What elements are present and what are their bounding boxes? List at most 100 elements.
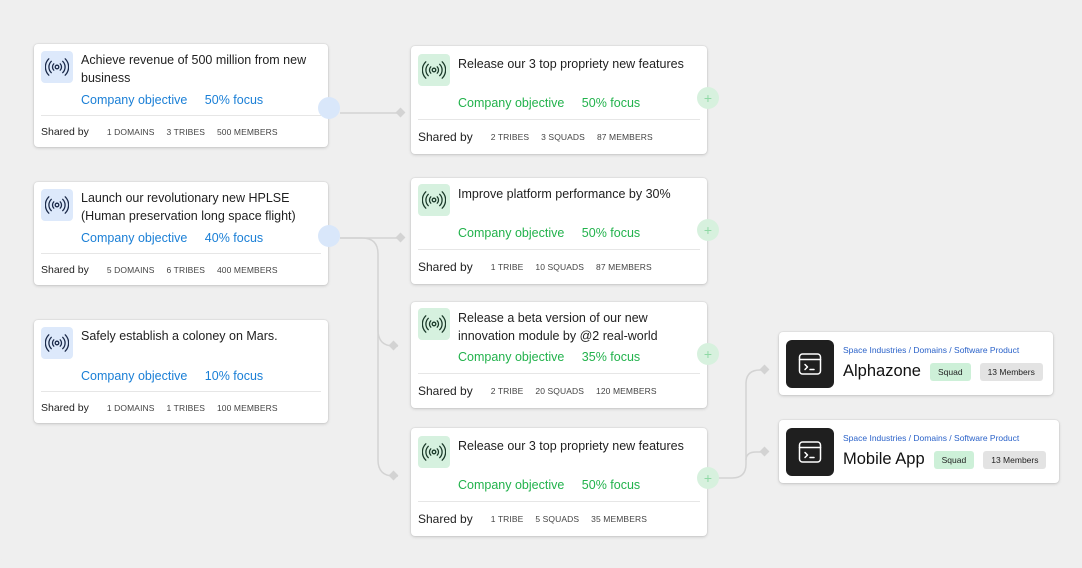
tribes-count: 1 TRIBE (490, 262, 524, 272)
objective-meta: Company objective 40% focus (81, 231, 277, 245)
team-info-row: Alphazone Squad 13 Members (843, 362, 1052, 381)
key-result-meta: Company objective 50% focus (458, 226, 654, 240)
radar-signal-icon (41, 51, 73, 83)
key-result-title: Release our 3 top propriety new features (458, 439, 684, 453)
connector-obj2-kr3 (340, 237, 398, 347)
members-count: 120 MEMBERS (596, 386, 657, 396)
terminal-window-icon (786, 340, 834, 388)
connector-arrow (388, 340, 399, 351)
tribes-count: 6 TRIBES (166, 265, 205, 275)
shared-by-label: Shared by (418, 130, 473, 144)
add-link-button[interactable]: + (697, 219, 719, 241)
connection-handle[interactable] (318, 225, 340, 247)
radar-signal-icon (418, 308, 450, 340)
key-result-card[interactable]: Release a beta version of our new innova… (411, 302, 707, 408)
objective-title: Achieve revenue of 500 million from new … (81, 53, 307, 85)
team-breadcrumb[interactable]: Space Industries / Domains / Software Pr… (843, 345, 1019, 355)
card-divider (418, 249, 700, 250)
objective-type-link[interactable]: Company objective (458, 350, 564, 364)
card-divider (418, 501, 700, 502)
objective-card[interactable]: Safely establish a coloney on Mars. Comp… (34, 320, 328, 423)
objective-type-link[interactable]: Company objective (458, 478, 564, 492)
focus-percentage: 40% focus (204, 231, 264, 245)
objective-title: Launch our revolutionary new HPLSE (Huma… (81, 191, 296, 223)
tribes-count: 1 TRIBE (490, 514, 524, 524)
add-link-button[interactable]: + (697, 467, 719, 489)
members-count: 87 MEMBERS (596, 262, 652, 272)
shared-by-row: Shared by 2 TRIBE 20 SQUADS 120 MEMBERS (418, 384, 669, 398)
add-link-button[interactable]: + (697, 343, 719, 365)
connector-kr4-team1 (718, 369, 763, 479)
tribes-count: 1 TRIBES (166, 403, 205, 413)
add-link-button[interactable]: + (697, 87, 719, 109)
terminal-window-icon (786, 428, 834, 476)
key-result-meta: Company objective 50% focus (458, 96, 654, 110)
objective-title: Safely establish a coloney on Mars. (81, 329, 278, 343)
team-type-badge: Squad (929, 362, 971, 381)
shared-by-label: Shared by (418, 384, 473, 398)
shared-by-row: Shared by 1 DOMAINS 1 TRIBES 100 MEMBERS (41, 402, 290, 414)
card-divider (41, 391, 321, 392)
team-info-row: Mobile App Squad 13 Members (843, 450, 1055, 469)
focus-percentage: 35% focus (581, 350, 641, 364)
focus-percentage: 50% focus (581, 226, 641, 240)
key-result-title: Improve platform performance by 30% (458, 187, 671, 201)
radar-signal-icon (418, 436, 450, 468)
plus-icon: + (703, 90, 713, 106)
tribes-count: 2 TRIBE (490, 386, 524, 396)
objective-card[interactable]: Achieve revenue of 500 million from new … (34, 44, 328, 147)
domains-count: 1 DOMAINS (106, 403, 155, 413)
key-result-card[interactable]: Release our 3 top propriety new features… (411, 428, 707, 536)
focus-percentage: 50% focus (581, 96, 641, 110)
members-badge: 13 Members (983, 450, 1047, 469)
key-result-title: Release a beta version of our new innova… (458, 311, 658, 343)
members-count: 400 MEMBERS (216, 265, 278, 275)
key-result-meta: Company objective 50% focus (458, 478, 654, 492)
shared-by-label: Shared by (41, 402, 89, 414)
squads-count: 5 SQUADS (535, 514, 580, 524)
focus-percentage: 50% focus (204, 93, 264, 107)
focus-percentage: 50% focus (581, 478, 641, 492)
objective-type-link[interactable]: Company objective (81, 93, 187, 107)
domains-count: 1 DOMAINS (106, 127, 155, 137)
objective-type-link[interactable]: Company objective (458, 96, 564, 110)
shared-by-label: Shared by (41, 126, 89, 138)
objective-meta: Company objective 50% focus (81, 93, 277, 107)
connection-handle[interactable] (318, 97, 340, 119)
objective-card[interactable]: Launch our revolutionary new HPLSE (Huma… (34, 182, 328, 285)
members-count: 100 MEMBERS (216, 403, 278, 413)
objective-type-link[interactable]: Company objective (81, 369, 187, 383)
team-name: Mobile App (843, 450, 925, 468)
objective-type-link[interactable]: Company objective (81, 231, 187, 245)
tribes-count: 3 TRIBES (166, 127, 205, 137)
squads-count: 20 SQUADS (535, 386, 584, 396)
shared-by-label: Shared by (418, 260, 473, 274)
connector-obj2-kr4 (377, 320, 398, 477)
radar-signal-icon (418, 184, 450, 216)
connector-arrow (395, 232, 406, 243)
shared-by-label: Shared by (418, 512, 473, 526)
card-divider (41, 253, 321, 254)
objective-type-link[interactable]: Company objective (458, 226, 564, 240)
card-divider (418, 119, 700, 120)
key-result-title: Release our 3 top propriety new features (458, 57, 684, 71)
team-breadcrumb[interactable]: Space Industries / Domains / Software Pr… (843, 433, 1019, 443)
team-card[interactable]: Space Industries / Domains / Software Pr… (779, 332, 1053, 395)
key-result-card[interactable]: Release our 3 top propriety new features… (411, 46, 707, 154)
connector-arrow (759, 446, 770, 457)
members-badge: 13 Members (979, 362, 1043, 381)
domains-count: 5 DOMAINS (106, 265, 155, 275)
plus-icon: + (703, 222, 713, 238)
shared-by-row: Shared by 1 TRIBE 10 SQUADS 87 MEMBERS (418, 260, 664, 274)
key-result-card[interactable]: Improve platform performance by 30% Comp… (411, 178, 707, 284)
focus-percentage: 10% focus (204, 369, 264, 383)
radar-signal-icon (41, 189, 73, 221)
radar-signal-icon (418, 54, 450, 86)
tribes-count: 2 TRIBES (490, 132, 530, 142)
team-card[interactable]: Space Industries / Domains / Software Pr… (779, 420, 1059, 483)
members-count: 87 MEMBERS (596, 132, 653, 142)
shared-by-row: Shared by 5 DOMAINS 6 TRIBES 400 MEMBERS (41, 264, 290, 276)
shared-by-row: Shared by 1 TRIBE 5 SQUADS 35 MEMBERS (418, 512, 659, 526)
squads-count: 10 SQUADS (535, 262, 584, 272)
radar-signal-icon (41, 327, 73, 359)
